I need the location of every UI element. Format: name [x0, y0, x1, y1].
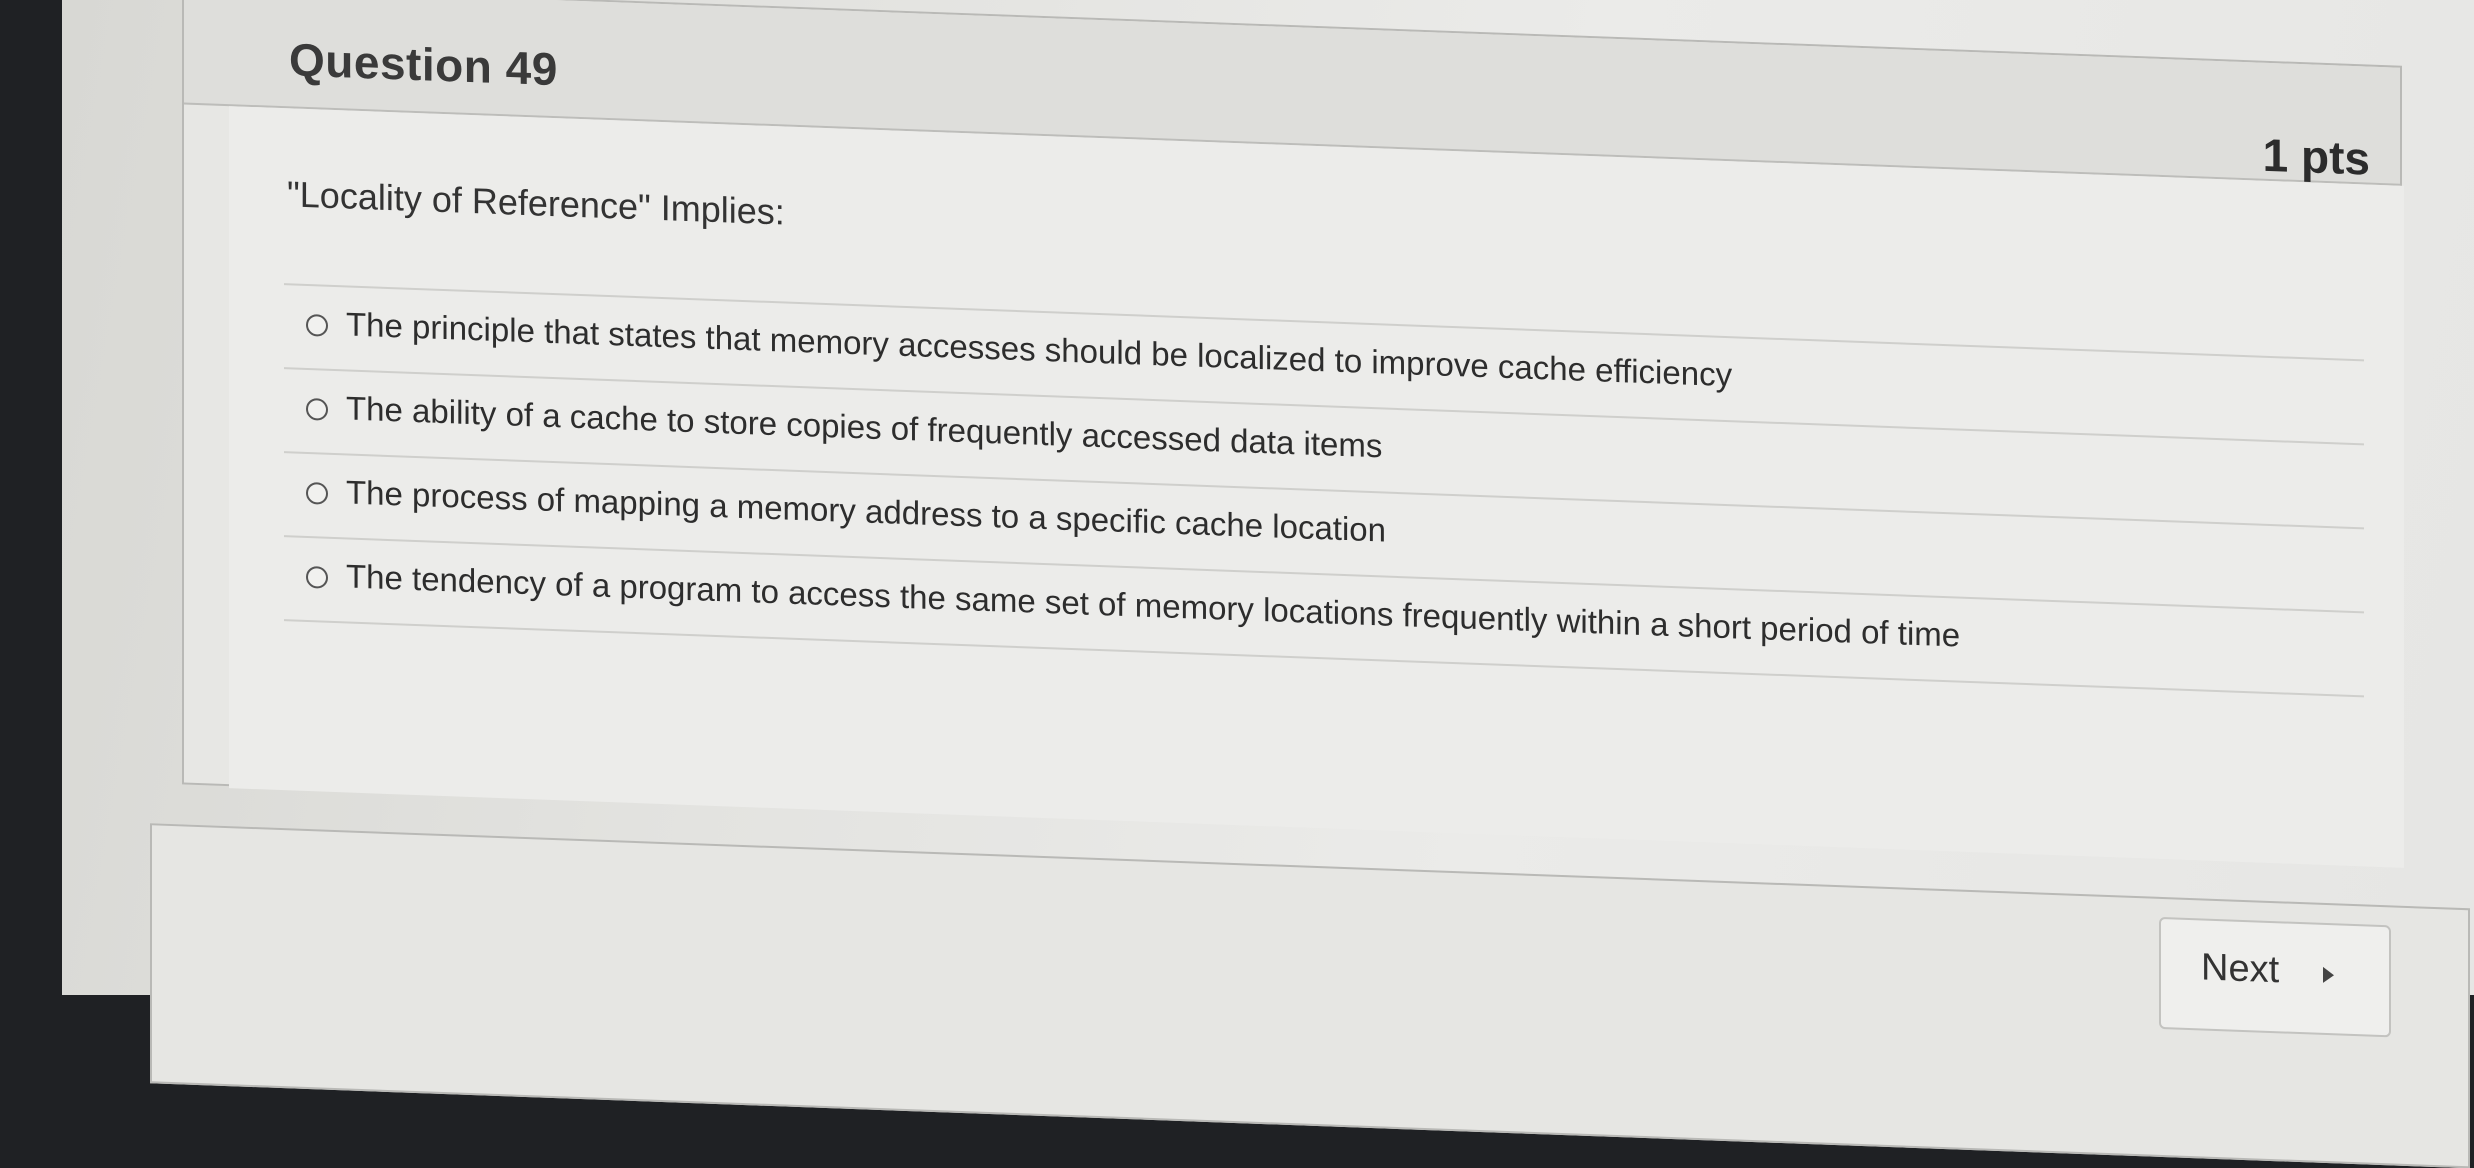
- question-points: 1 pts: [2262, 128, 2370, 185]
- radio-button-icon[interactable]: [306, 313, 328, 337]
- question-title: Question 49: [289, 33, 558, 96]
- quiz-navigation-bar: [150, 823, 2470, 1168]
- triangle-right-icon[interactable]: [2323, 966, 2334, 984]
- next-button-label[interactable]: Next: [2201, 946, 2279, 992]
- quiz-page: Question 49 1 pts "Locality of Reference…: [62, 0, 2474, 1168]
- radio-button-icon[interactable]: [306, 397, 328, 421]
- radio-button-icon[interactable]: [306, 565, 328, 589]
- answer-list: The principle that states that memory ac…: [284, 283, 2364, 698]
- question-card: Question 49 1 pts "Locality of Reference…: [182, 0, 2404, 868]
- question-body: "Locality of Reference" Implies: The pri…: [229, 106, 2404, 868]
- next-button[interactable]: Next: [2159, 916, 2391, 1038]
- radio-button-icon[interactable]: [306, 481, 328, 505]
- browser-viewport: Question 49 1 pts "Locality of Reference…: [62, 0, 2474, 1168]
- question-prompt: "Locality of Reference" Implies:: [287, 173, 785, 233]
